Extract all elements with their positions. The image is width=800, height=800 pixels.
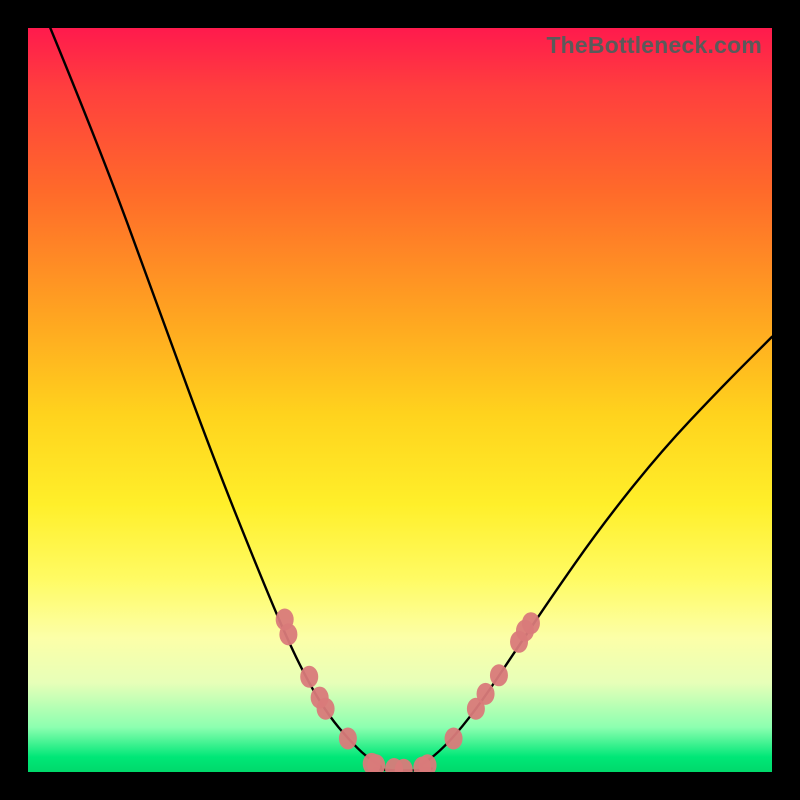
data-marker bbox=[317, 698, 335, 720]
data-marker bbox=[300, 666, 318, 688]
data-marker bbox=[339, 728, 357, 750]
data-marker bbox=[490, 664, 508, 686]
data-marker bbox=[279, 623, 297, 645]
curve-group bbox=[50, 28, 772, 771]
data-marker bbox=[445, 728, 463, 750]
chart-svg bbox=[28, 28, 772, 772]
marker-group bbox=[276, 608, 540, 772]
plot-area: TheBottleneck.com bbox=[28, 28, 772, 772]
chart-frame: TheBottleneck.com bbox=[0, 0, 800, 800]
data-marker bbox=[477, 683, 495, 705]
data-marker bbox=[522, 612, 540, 634]
bottleneck-curve bbox=[50, 28, 772, 771]
